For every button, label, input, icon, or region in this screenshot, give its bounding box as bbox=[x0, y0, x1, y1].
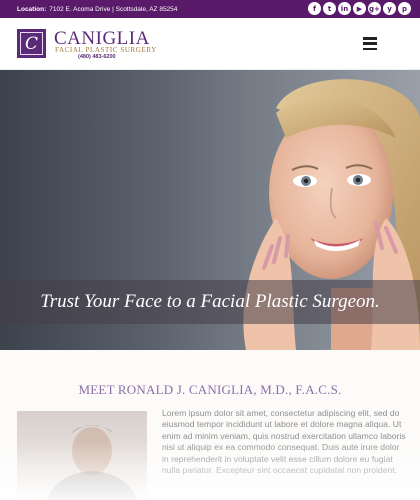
logo-letter: C bbox=[20, 32, 43, 55]
location-address: 7102 E. Acoma Drive | Scottsdale, AZ 852… bbox=[49, 5, 178, 13]
hero-tagline-banner: Trust Your Face to a Facial Plastic Surg… bbox=[0, 280, 420, 324]
pinterest-icon[interactable]: p bbox=[398, 2, 411, 15]
brand-subtitle: FACIAL PLASTIC SURGERY bbox=[55, 46, 157, 54]
social-links: f t in ▶ g+ y p bbox=[308, 2, 411, 15]
doctor-portrait-image bbox=[47, 425, 137, 500]
about-body-text: Lorem ipsum dolor sit amet, consectetur … bbox=[162, 408, 406, 476]
top-bar: Location: 7102 E. Acoma Drive | Scottsda… bbox=[0, 0, 420, 18]
youtube-icon[interactable]: ▶ bbox=[353, 2, 366, 15]
location-label: Location: bbox=[17, 5, 47, 13]
about-heading: MEET RONALD J. CANIGLIA, M.D., F.A.C.S. bbox=[78, 382, 342, 397]
hamburger-menu-icon[interactable] bbox=[363, 37, 377, 50]
phone-number[interactable]: (480) 483-6200 bbox=[78, 54, 116, 60]
google-plus-icon[interactable]: g+ bbox=[368, 2, 381, 15]
site-header: C CANIGLIA FACIAL PLASTIC SURGERY (480) … bbox=[0, 18, 420, 70]
linkedin-icon[interactable]: in bbox=[338, 2, 351, 15]
yelp-icon[interactable]: y bbox=[383, 2, 396, 15]
logo-mark[interactable]: C bbox=[17, 29, 46, 58]
doctor-photo bbox=[17, 411, 147, 500]
hero-tagline: Trust Your Face to a Facial Plastic Surg… bbox=[40, 291, 380, 312]
twitter-icon[interactable]: t bbox=[323, 2, 336, 15]
facebook-icon[interactable]: f bbox=[308, 2, 321, 15]
hero-banner: Trust Your Face to a Facial Plastic Surg… bbox=[0, 70, 420, 350]
